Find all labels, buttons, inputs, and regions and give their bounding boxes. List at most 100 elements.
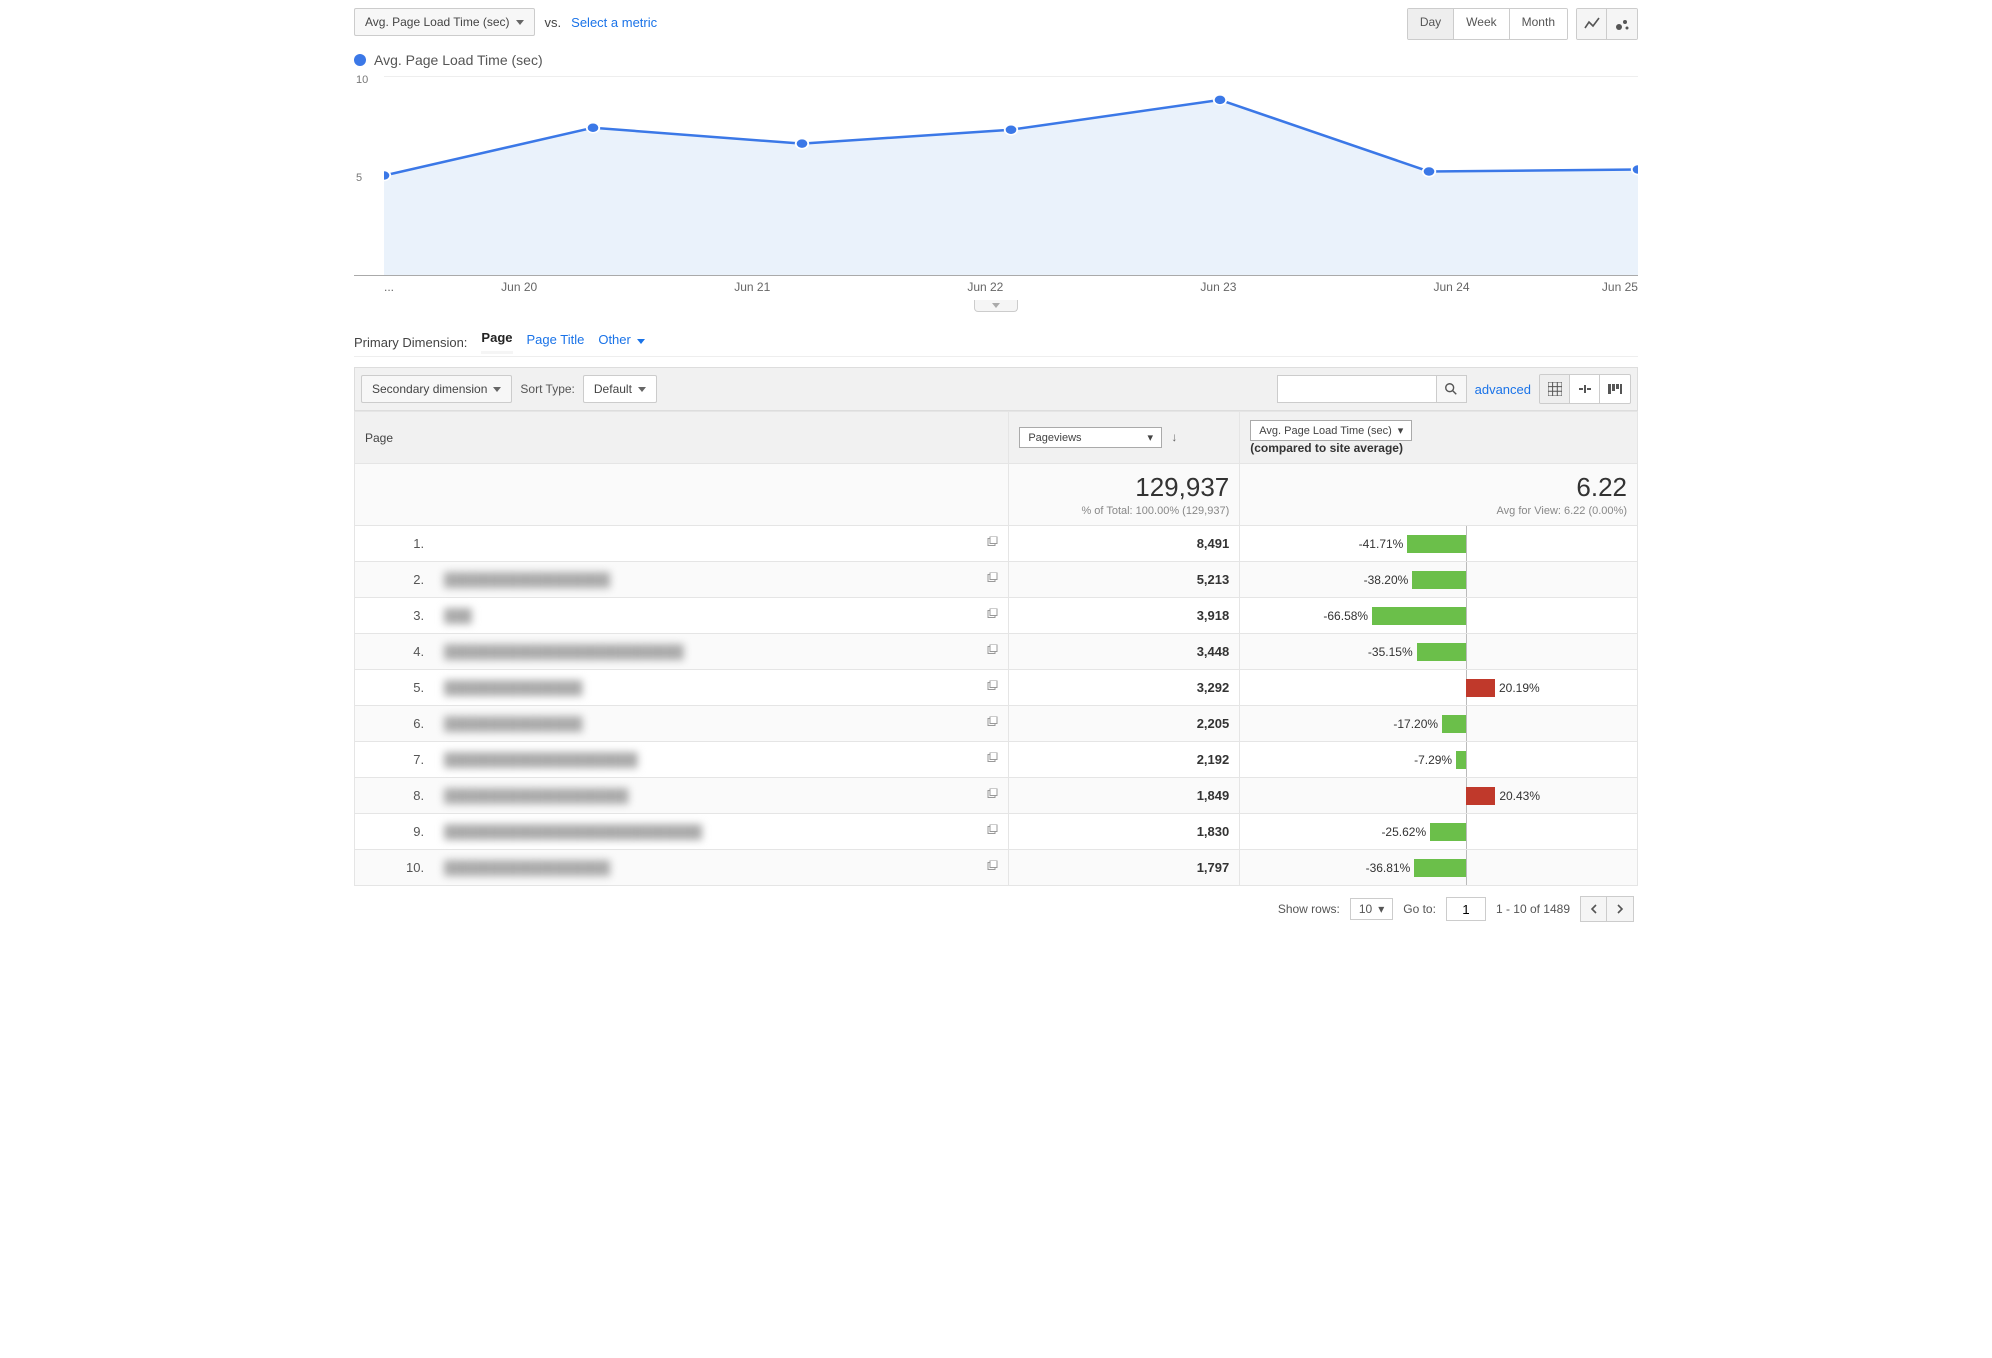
table-search-input[interactable] [1277,375,1437,403]
popout-icon[interactable] [986,860,998,875]
next-page-button[interactable] [1607,897,1633,921]
popout-icon[interactable] [986,752,998,767]
summary-avg: 6.22 [1250,472,1627,503]
row-index: 6. [355,706,435,742]
col-header-pageviews[interactable]: Pageviews ▾ ↓ [1009,412,1240,464]
row-pageviews: 3,292 [1009,670,1240,706]
show-rows-select[interactable]: 10 ▾ [1350,898,1393,920]
table-row[interactable]: 3.███3,918-66.58% [355,598,1638,634]
row-pageviews: 8,491 [1009,526,1240,562]
time-granularity-toggle: Day Week Month [1407,8,1568,40]
prev-page-button[interactable] [1581,897,1607,921]
row-pageviews: 3,448 [1009,634,1240,670]
legend-dot-icon [354,54,366,66]
row-index: 8. [355,778,435,814]
chart-type-motion-icon[interactable] [1607,9,1637,39]
row-comparison: -41.71% [1240,526,1638,562]
row-page[interactable]: ███████████████ [434,670,1009,706]
secondary-dimension-dropdown[interactable]: Secondary dimension [361,375,512,403]
primary-dimension-label: Primary Dimension: [354,335,467,350]
chart-x-axis: ...Jun 20Jun 21Jun 22Jun 23Jun 24Jun 25 [354,280,1638,294]
col-header-avg-load[interactable]: Avg. Page Load Time (sec) ▾ (compared to… [1240,412,1638,464]
dim-tab-page[interactable]: Page [481,330,512,354]
show-rows-label: Show rows: [1278,902,1340,916]
legend-series-label: Avg. Page Load Time (sec) [374,52,543,68]
popout-icon[interactable] [986,608,998,623]
chart-type-line-icon[interactable] [1577,9,1607,39]
table-row[interactable]: 9.████████████████████████████1,830-25.6… [355,814,1638,850]
row-pageviews: 1,797 [1009,850,1240,886]
table-row[interactable]: 6.███████████████2,205-17.20% [355,706,1638,742]
table-row[interactable]: 7.█████████████████████2,192-7.29% [355,742,1638,778]
search-icon [1444,382,1458,396]
pageviews-metric-select[interactable]: Pageviews ▾ [1019,427,1162,448]
chevron-down-icon [638,387,646,392]
row-page[interactable]: ██████████████████ [434,850,1009,886]
line-chart: 10 5 [354,76,1638,276]
view-table-icon[interactable] [1540,375,1570,403]
row-page[interactable]: ████████████████████ [434,778,1009,814]
table-row[interactable]: 2.██████████████████5,213-38.20% [355,562,1638,598]
row-pageviews: 1,830 [1009,814,1240,850]
view-percentage-icon[interactable] [1570,375,1600,403]
popout-icon[interactable] [986,824,998,839]
popout-icon[interactable] [986,716,998,731]
advanced-link[interactable]: advanced [1475,382,1531,397]
summary-pageviews: 129,937 [1019,472,1229,503]
row-index: 2. [355,562,435,598]
row-index: 7. [355,742,435,778]
dim-tab-page-title[interactable]: Page Title [527,332,585,353]
select-metric-link[interactable]: Select a metric [571,15,657,30]
toggle-month[interactable]: Month [1510,9,1567,39]
sort-type-label: Sort Type: [520,382,574,396]
row-pageviews: 2,205 [1009,706,1240,742]
sort-desc-icon[interactable]: ↓ [1171,430,1177,444]
row-index: 5. [355,670,435,706]
row-page[interactable] [434,526,1009,562]
row-pageviews: 2,192 [1009,742,1240,778]
y-tick-10: 10 [356,74,368,86]
row-comparison: -36.81% [1240,850,1638,886]
x-tick: Jun 21 [636,280,869,294]
row-page[interactable]: ████████████████████████████ [434,814,1009,850]
dim-tab-other[interactable]: Other [598,332,645,353]
popout-icon[interactable] [986,680,998,695]
primary-metric-label: Avg. Page Load Time (sec) [365,15,510,29]
chevron-down-icon [516,20,524,25]
goto-input[interactable] [1446,897,1486,921]
popout-icon[interactable] [986,536,998,551]
row-page[interactable]: ███ [434,598,1009,634]
row-pageviews: 5,213 [1009,562,1240,598]
search-button[interactable] [1437,375,1467,403]
chevron-down-icon [493,387,501,392]
x-tick: Jun 24 [1335,280,1568,294]
row-index: 1. [355,526,435,562]
table-row[interactable]: 4.██████████████████████████3,448-35.15% [355,634,1638,670]
table-row[interactable]: 10.██████████████████1,797-36.81% [355,850,1638,886]
row-page[interactable]: ██████████████████ [434,562,1009,598]
data-table: Page Pageviews ▾ ↓ Avg. Page Load Time (… [354,411,1638,886]
row-comparison: -35.15% [1240,634,1638,670]
table-row[interactable]: 5.███████████████3,29220.19% [355,670,1638,706]
toggle-day[interactable]: Day [1408,9,1454,39]
row-page[interactable]: ██████████████████████████ [434,634,1009,670]
avg-load-metric-select[interactable]: Avg. Page Load Time (sec) ▾ [1250,420,1412,441]
row-page[interactable]: █████████████████████ [434,742,1009,778]
chevron-left-icon [1590,904,1598,914]
row-comparison: -38.20% [1240,562,1638,598]
x-tick: Jun 23 [1102,280,1335,294]
table-row[interactable]: 1. 8,491-41.71% [355,526,1638,562]
chart-expand-handle[interactable] [974,300,1018,312]
popout-icon[interactable] [986,788,998,803]
row-page[interactable]: ███████████████ [434,706,1009,742]
view-performance-icon[interactable] [1600,375,1630,403]
toggle-week[interactable]: Week [1454,9,1509,39]
table-row[interactable]: 8.████████████████████1,84920.43% [355,778,1638,814]
col-header-page[interactable]: Page [355,412,1009,464]
row-comparison: -7.29% [1240,742,1638,778]
y-tick-5: 5 [356,172,362,184]
popout-icon[interactable] [986,644,998,659]
sort-type-dropdown[interactable]: Default [583,375,657,403]
primary-metric-dropdown[interactable]: Avg. Page Load Time (sec) [354,8,535,36]
popout-icon[interactable] [986,572,998,587]
